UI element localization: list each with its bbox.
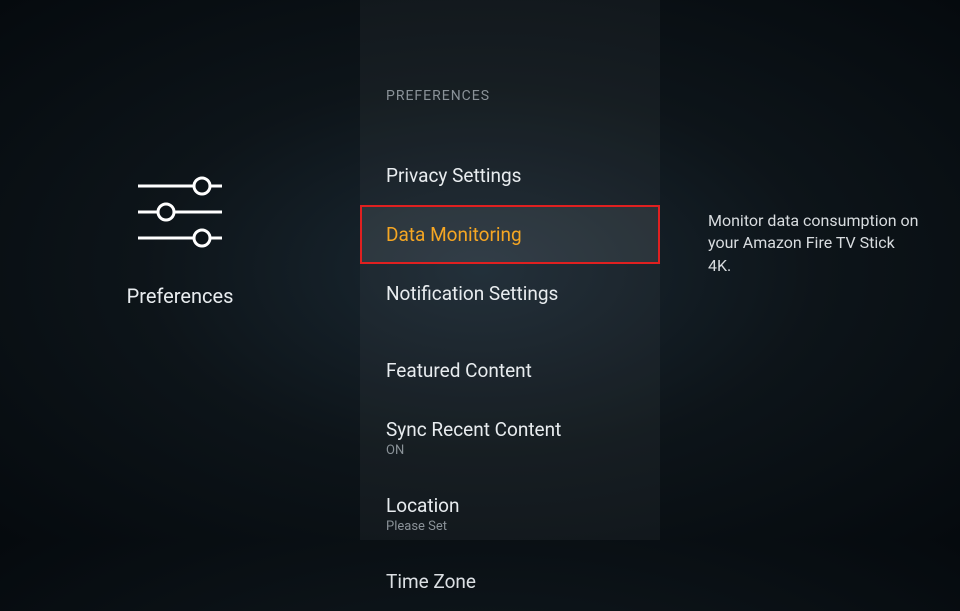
menu-item-label: Privacy Settings [386,164,634,187]
menu-item-time-zone[interactable]: Time Zone [360,552,660,611]
menu-item-subtext: Please Set [386,519,634,534]
menu-item-label: Data Monitoring [386,223,634,246]
left-panel-label: Preferences [127,284,234,308]
menu-panel: Preferences Privacy Settings Data Monito… [360,0,660,540]
section-header: Preferences [360,88,660,104]
menu-item-label: Time Zone [386,570,634,593]
sliders-icon [132,172,228,256]
menu-item-data-monitoring[interactable]: Data Monitoring [360,205,660,264]
menu-item-featured-content[interactable]: Featured Content [360,341,660,400]
detail-panel: Monitor data consumption on your Amazon … [660,0,960,540]
menu-item-label: Sync Recent Content [386,418,634,441]
menu-item-location[interactable]: Location Please Set [360,476,660,552]
menu-item-label: Featured Content [386,359,634,382]
menu-item-notification-settings[interactable]: Notification Settings [360,264,660,323]
menu-item-subtext: ON [386,443,634,458]
left-panel: Preferences [0,0,360,540]
menu-item-label: Location [386,494,634,517]
menu-item-label: Notification Settings [386,282,634,305]
menu-item-sync-recent-content[interactable]: Sync Recent Content ON [360,400,660,476]
menu-item-privacy-settings[interactable]: Privacy Settings [360,146,660,205]
detail-description: Monitor data consumption on your Amazon … [708,210,920,277]
